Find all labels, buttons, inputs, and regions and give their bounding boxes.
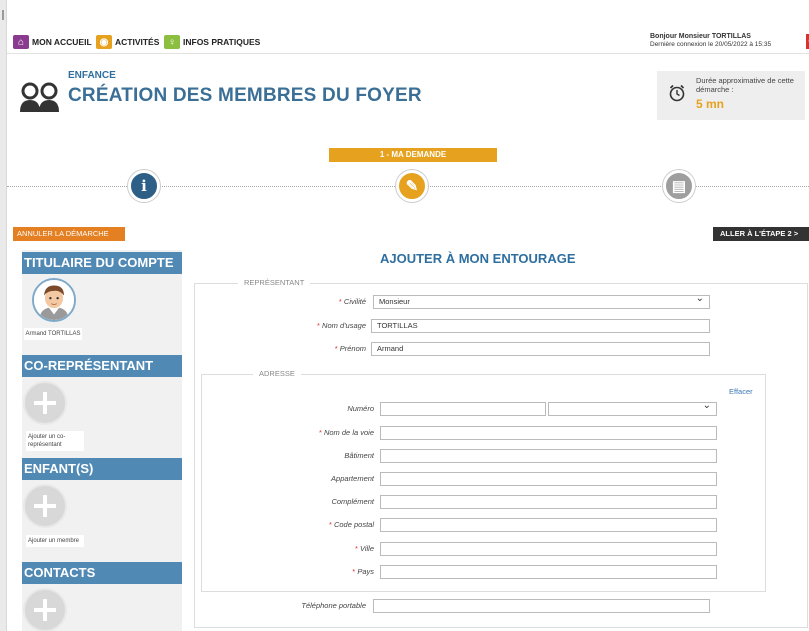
duration-label: Durée approximative de cette démarche : [696,76,794,94]
civilite-select[interactable]: Monsieur [373,293,710,309]
prenom-input[interactable]: Armand [371,342,710,356]
batiment-input[interactable] [380,449,717,463]
user-avatar-icon [34,280,74,320]
telephone-input[interactable] [373,599,710,613]
cancel-procedure-button[interactable]: ANNULER LA DÉMARCHE [13,227,125,241]
complement-label: Complément [331,497,374,506]
representant-legend: REPRÉSENTANT [238,278,311,287]
document-icon[interactable]: ▤ [663,170,695,202]
pencil-icon[interactable]: ✎ [396,170,428,202]
nom-usage-input[interactable]: TORTILLAS [371,319,710,333]
titulaire-avatar[interactable] [32,278,76,322]
activities-icon: ◉ [96,35,112,49]
ville-input[interactable] [380,542,717,556]
category-label: ENFANCE [68,70,116,81]
add-contact-button[interactable] [23,588,67,631]
prenom-label: * Prénom [334,344,366,353]
info-icon[interactable]: i [128,170,160,202]
effacer-link[interactable]: Effacer [729,387,753,396]
numero-complement-select[interactable] [548,400,717,416]
ville-label: * Ville [354,544,374,553]
page-title: CRÉATION DES MEMBRES DU FOYER [68,85,422,106]
add-corep-label: Ajouter un co-représentant [26,431,84,451]
plus-icon [34,495,56,517]
info-bulb-icon: ♀ [164,35,180,49]
voie-input[interactable] [380,426,717,440]
titulaire-name: Armand TORTILLAS [24,328,82,340]
nom-usage-label: * Nom d'usage [317,321,366,330]
top-navigation: ⌂ MON ACCUEIL ◉ ACTIVITÉS ♀ INFOS PRATIQ… [7,28,809,54]
current-step-label: 1 - MA DEMANDE [329,148,497,162]
numero-input[interactable] [380,402,546,416]
code-postal-input[interactable] [380,518,717,532]
titulaire-heading: TITULAIRE DU COMPTE [22,252,182,274]
nav-infos-pratiques[interactable]: ♀ INFOS PRATIQUES [164,34,260,50]
plus-icon [34,599,56,621]
form-title: AJOUTER À MON ENTOURAGE [380,251,576,266]
civilite-label: * Civilité [338,297,366,306]
numero-label: Numéro [347,404,374,413]
last-login-text: Dernière connexion le 20/05/2022 à 15:35 [650,41,772,48]
left-edge-bar [0,0,7,631]
add-child-button[interactable] [23,484,67,528]
home-icon: ⌂ [13,35,29,49]
next-step-button[interactable]: ALLER À L'ÉTAPE 2 > [713,227,809,241]
add-child-label: Ajouter un membre [26,535,84,547]
plus-icon [34,392,56,414]
user-greeting: Bonjour Monsieur TORTILLAS Dernière conn… [650,33,771,49]
adresse-legend: ADRESSE [253,369,301,378]
pays-label: * Pays [352,567,374,576]
duration-box: Durée approximative de cette démarche : … [657,71,805,120]
nav-mon-accueil[interactable]: ⌂ MON ACCUEIL [13,34,92,50]
complement-input[interactable] [380,495,717,509]
duration-value: 5 mn [696,97,725,111]
appartement-input[interactable] [380,472,717,486]
contacts-heading: CONTACTS [22,562,182,584]
family-members-icon [20,82,59,112]
pays-input[interactable] [380,565,717,579]
enfants-heading: ENFANT(S) [22,458,182,480]
corep-heading: CO-REPRÉSENTANT [22,355,182,377]
add-corep-button[interactable] [23,381,67,425]
alarm-clock-icon [669,84,685,102]
telephone-label: Téléphone portable [301,601,366,610]
voie-label: * Nom de la voie [318,428,374,437]
batiment-label: Bâtiment [344,451,374,460]
code-postal-label: * Code postal [328,520,374,529]
greeting-text: Bonjour Monsieur TORTILLAS [650,33,751,40]
nav-activites[interactable]: ◉ ACTIVITÉS [96,34,159,50]
appartement-label: Appartement [331,474,374,483]
